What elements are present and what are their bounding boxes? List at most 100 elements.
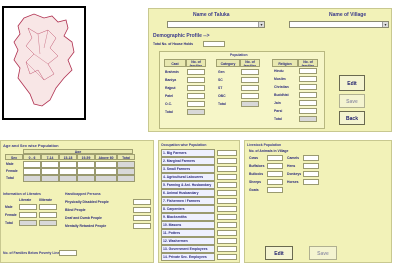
chevron-down-icon: ▾ [258, 22, 264, 27]
illiterate-field[interactable] [39, 212, 57, 218]
age-cell[interactable] [23, 168, 41, 175]
caste-field[interactable] [187, 77, 205, 83]
category-field[interactable] [241, 69, 259, 75]
religion-field[interactable] [299, 116, 317, 122]
age-cell[interactable] [59, 175, 77, 182]
literates-title: Information of Literates [3, 192, 41, 196]
caste-row-label: O.C. [165, 102, 172, 106]
handicapped-field[interactable] [133, 215, 151, 221]
handicapped-row-label: Blind People [65, 208, 86, 212]
category-field[interactable] [241, 93, 259, 99]
literate-field[interactable] [19, 220, 37, 226]
livestock-field[interactable] [303, 163, 319, 169]
handicapped-field[interactable] [133, 199, 151, 205]
occupation-row: 13. Government Employees [161, 245, 215, 253]
age-cell[interactable] [23, 175, 41, 182]
households-field[interactable] [203, 41, 225, 47]
age-cell[interactable] [77, 161, 95, 168]
religion-field[interactable] [299, 108, 317, 114]
livestock-field[interactable] [267, 187, 283, 193]
age-cell[interactable] [77, 168, 95, 175]
religion-field[interactable] [299, 100, 317, 106]
occupation-field[interactable] [217, 246, 237, 252]
illiterate-field[interactable] [39, 204, 57, 210]
handicapped-field[interactable] [133, 223, 151, 229]
age-cell[interactable] [95, 161, 117, 168]
occupation-field[interactable] [217, 254, 237, 260]
age-cell[interactable] [23, 161, 41, 168]
livestock-field[interactable] [267, 179, 283, 185]
handicapped-row-label: Deaf and Dumb People [65, 216, 102, 220]
occupation-row: 3. Small Farmers [161, 165, 215, 173]
handicapped-field[interactable] [133, 207, 151, 213]
livestock-field[interactable] [267, 163, 283, 169]
age-cell[interactable] [95, 168, 117, 175]
livestock-field[interactable] [303, 171, 319, 177]
occupation-field[interactable] [217, 190, 237, 196]
bpl-field[interactable] [59, 250, 77, 256]
age-column-header: Total [117, 154, 135, 160]
religion-field[interactable] [299, 84, 317, 90]
age-cell[interactable] [117, 175, 135, 182]
occupation-row: 10. Masons [161, 221, 215, 229]
occupation-row: 12. Washermen [161, 237, 215, 245]
caste-row-label: Patel [165, 94, 174, 98]
literate-field[interactable] [19, 212, 37, 218]
age-sex-title: Age and Sex wise Population [3, 143, 59, 148]
age-cell[interactable] [41, 161, 59, 168]
livestock-field[interactable] [267, 171, 283, 177]
bpl-label: No. of Families Below Poverty Line [3, 251, 60, 255]
religion-field[interactable] [299, 68, 317, 74]
illiterate-col-label: Illiterate [39, 198, 53, 202]
age-cell[interactable] [95, 175, 117, 182]
age-cell[interactable] [77, 175, 95, 182]
bottom-edit-button[interactable]: Edit [265, 246, 293, 260]
category-row-label: ST [218, 86, 223, 90]
age-cell[interactable] [41, 175, 59, 182]
occupation-field[interactable] [217, 174, 237, 180]
caste-field[interactable] [187, 93, 205, 99]
bottom-save-button[interactable]: Save [309, 246, 337, 260]
caste-field[interactable] [187, 69, 205, 75]
caste-field[interactable] [187, 109, 205, 115]
literate-col-label: Literate [19, 198, 32, 202]
age-cell[interactable] [41, 168, 59, 175]
occupation-field[interactable] [217, 150, 237, 156]
age-cell[interactable] [59, 161, 77, 168]
age-column-header: 0 - 6 [23, 154, 41, 160]
livestock-title: Livestock Population [247, 143, 282, 147]
religion-count-header: No. of families [298, 59, 318, 67]
livestock-label: Sheeps [249, 180, 262, 184]
occupation-field[interactable] [217, 158, 237, 164]
caste-header: Cast [164, 59, 186, 67]
illiterate-field[interactable] [39, 220, 57, 226]
occupation-field[interactable] [217, 230, 237, 236]
village-select[interactable]: ▾ [289, 21, 389, 28]
age-cell[interactable] [117, 161, 135, 168]
occupation-field[interactable] [217, 222, 237, 228]
religion-field[interactable] [299, 76, 317, 82]
save-button[interactable]: Save [339, 94, 365, 108]
caste-field[interactable] [187, 85, 205, 91]
age-cell[interactable] [117, 168, 135, 175]
back-button[interactable]: Back [339, 111, 365, 125]
occupation-field[interactable] [217, 166, 237, 172]
category-field[interactable] [241, 85, 259, 91]
religion-field[interactable] [299, 92, 317, 98]
occupation-field[interactable] [217, 182, 237, 188]
edit-button[interactable]: Edit [339, 75, 365, 91]
literate-field[interactable] [19, 204, 37, 210]
category-field[interactable] [241, 101, 259, 107]
category-field[interactable] [241, 77, 259, 83]
taluka-select[interactable]: ▾ [167, 21, 265, 28]
livestock-field[interactable] [303, 155, 319, 161]
livestock-field[interactable] [303, 179, 319, 185]
occupation-field[interactable] [217, 198, 237, 204]
occupation-list: 1. Big Farmers 2. Marginal Farmers 3. Sm… [161, 149, 239, 261]
age-cell[interactable] [59, 168, 77, 175]
occupation-field[interactable] [217, 238, 237, 244]
occupation-field[interactable] [217, 206, 237, 212]
caste-field[interactable] [187, 101, 205, 107]
livestock-field[interactable] [267, 155, 283, 161]
occupation-field[interactable] [217, 214, 237, 220]
